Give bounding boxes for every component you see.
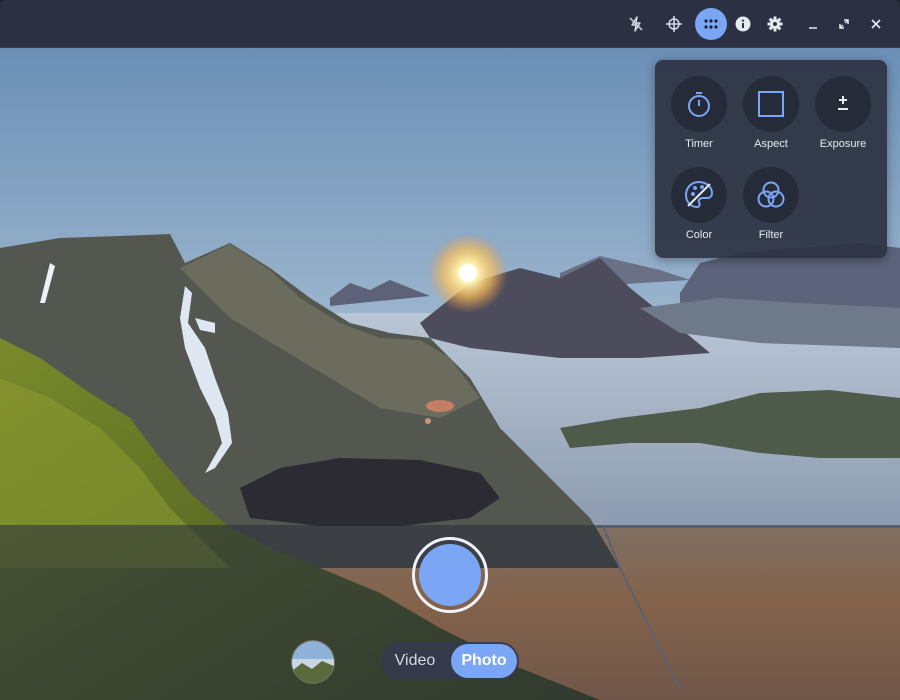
header-bar	[0, 0, 900, 48]
aspect-icon	[758, 91, 784, 117]
info-icon	[735, 16, 751, 32]
shutter-button-core	[419, 544, 481, 606]
filter-label: Filter	[758, 229, 784, 241]
filter-icon	[757, 181, 785, 208]
color-button[interactable]	[671, 167, 727, 223]
minimize-button[interactable]	[801, 12, 825, 36]
camera-window: Timer Aspect Exposure Color Filter Video…	[0, 0, 900, 700]
info-button[interactable]	[728, 9, 758, 39]
color-option[interactable]: Color	[664, 167, 734, 249]
timer-icon	[688, 92, 710, 117]
grid-menu-icon	[704, 19, 718, 29]
gear-icon	[767, 16, 783, 32]
shutter-button[interactable]	[412, 537, 488, 613]
last-photo-thumbnail[interactable]	[291, 640, 335, 684]
photo-mode-button[interactable]: Photo	[451, 644, 517, 678]
exposure-label: Exposure	[819, 138, 867, 150]
close-icon	[871, 19, 881, 29]
maximize-icon	[839, 19, 849, 29]
capture-mode-switch: Video Photo	[381, 642, 519, 680]
crosshair-button[interactable]	[659, 9, 689, 39]
timer-option[interactable]: Timer	[664, 76, 734, 158]
exposure-option[interactable]: Exposure	[808, 76, 878, 158]
video-mode-button[interactable]: Video	[383, 644, 447, 678]
timer-label: Timer	[685, 138, 713, 150]
minimize-icon	[809, 27, 817, 29]
exposure-button[interactable]	[815, 76, 871, 132]
aspect-button[interactable]	[743, 76, 799, 132]
exposure-icon	[838, 96, 848, 110]
gallery-thumbnail-image	[292, 641, 334, 683]
color-label: Color	[685, 229, 713, 241]
grid-menu-button[interactable]	[695, 8, 727, 40]
flash-off-icon	[629, 16, 643, 32]
filter-button[interactable]	[743, 167, 799, 223]
flash-off-button[interactable]	[621, 9, 651, 39]
aspect-label: Aspect	[754, 138, 788, 150]
close-button[interactable]	[864, 12, 888, 36]
settings-button[interactable]	[760, 9, 790, 39]
maximize-button[interactable]	[832, 12, 856, 36]
aspect-option[interactable]: Aspect	[736, 76, 806, 158]
color-palette-icon	[684, 180, 714, 209]
crosshair-icon	[666, 16, 682, 32]
filter-option[interactable]: Filter	[736, 167, 806, 249]
camera-settings-popover: Timer Aspect Exposure Color Filter	[655, 60, 887, 258]
timer-button[interactable]	[671, 76, 727, 132]
